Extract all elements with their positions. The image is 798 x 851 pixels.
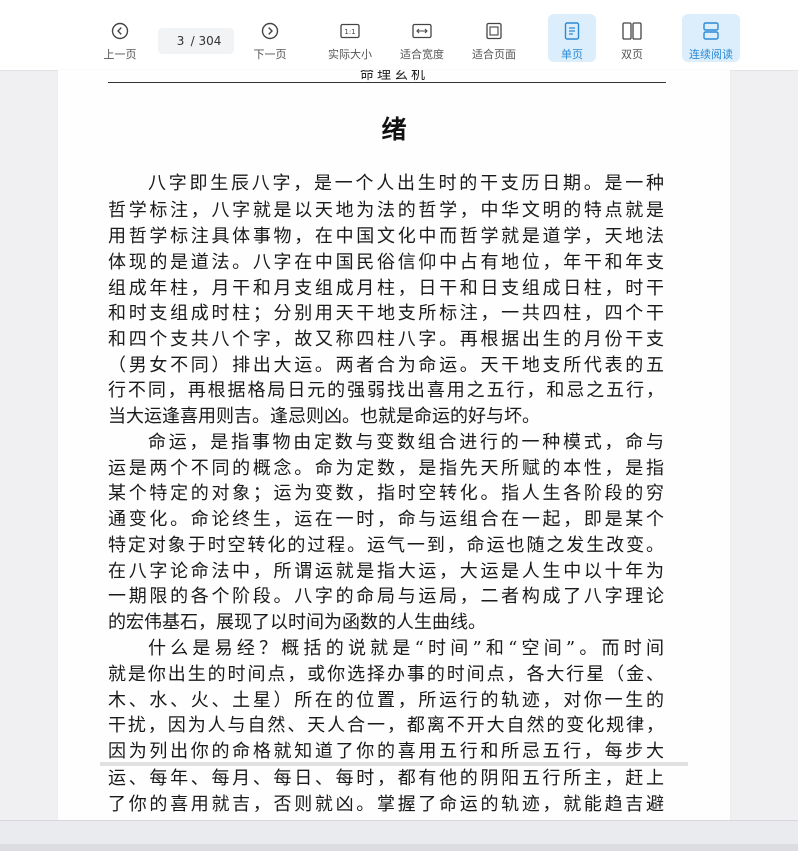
single-page-button[interactable]: 单页 xyxy=(548,14,596,62)
double-page-button[interactable]: 双页 xyxy=(610,14,654,62)
double-page-icon xyxy=(622,20,642,42)
text-line: 组成年柱，月干和月支组成月柱，日干和日支组成日柱，时干 xyxy=(108,278,664,299)
text-line: 某个特定的对象；运为变数，指时空转化。指人生各阶段的穷 xyxy=(108,483,664,504)
text-line: 因为列出你的命格就知道了你的喜用五行和所忌五行，每步大 xyxy=(108,741,664,762)
header-rule xyxy=(108,82,666,83)
text-line: （男女不同）排出大运。两者合为命运。天干地支所代表的五 xyxy=(108,355,664,376)
prev-page-label: 上一页 xyxy=(103,48,137,61)
text-line: 了你的喜用就吉，否则就凶。掌握了命运的轨迹，就能趋吉避 xyxy=(108,794,664,815)
continuous-reading-button[interactable]: 连续阅读 xyxy=(682,14,740,62)
viewer-toolbar: 上一页 / 304 下一页 1:1 实际大小 适合宽度 适合页面 单页 xyxy=(0,0,798,71)
total-pages: / 304 xyxy=(190,34,222,48)
page-indicator: / 304 xyxy=(158,28,234,54)
single-page-label: 单页 xyxy=(561,48,583,61)
text-line: 干扰，因为人与自然、天人合一，都离不开大自然的变化规律， xyxy=(108,715,664,736)
fit-page-button[interactable]: 适合页面 xyxy=(466,14,522,62)
text-line: 八字即生辰八字，是一个人出生时的干支历日期。是一种 xyxy=(148,173,664,194)
document-page: 命理玄机 绪 八字即生辰八字，是一个人出生时的干支历日期。是一种 哲学标注，八字… xyxy=(58,70,730,820)
fit-page-icon xyxy=(485,20,503,42)
fit-width-button[interactable]: 适合宽度 xyxy=(394,14,450,62)
text-line: 特定对象于时空转化的过程。运气一到，命运也随之发生改变。 xyxy=(108,535,664,556)
actual-size-icon: 1:1 xyxy=(340,20,360,42)
svg-text:1:1: 1:1 xyxy=(344,28,355,36)
text-line: 木、水、火、土星）所在的位置，所运行的轨迹，对你一生的 xyxy=(108,690,664,711)
fit-page-label: 适合页面 xyxy=(472,48,516,61)
text-line: 命运，是指事物由定数与变数组合进行的一种模式，命与 xyxy=(148,432,664,453)
text-line: 和时支组成时柱；分别用天干地支所标注，一共四柱，四个干 xyxy=(108,303,664,324)
fit-width-icon xyxy=(412,20,432,42)
continuous-reading-label: 连续阅读 xyxy=(689,48,733,61)
actual-size-label: 实际大小 xyxy=(328,48,372,61)
text-line: 用哲学标注具体事物，在中国文化中而哲学就是道学，天地法 xyxy=(108,226,664,247)
chevron-right-circle-icon xyxy=(261,20,279,42)
text-line: 哲学标注，八字就是以天地为法的哲学，中华文明的特点就是 xyxy=(108,200,664,221)
scan-artifact xyxy=(100,762,688,766)
text-line: 行不同，再根据格局日元的强弱找出喜用之五行，和忌之五行， xyxy=(108,380,664,401)
chevron-left-circle-icon xyxy=(111,20,129,42)
fit-width-label: 适合宽度 xyxy=(400,48,444,61)
text-line: 运、每年、每月、每日、每时，都有他的阴阳五行所主，赶上 xyxy=(108,768,664,789)
single-page-icon xyxy=(564,20,580,42)
bottom-bar xyxy=(0,820,798,851)
text-line: 在八字论命法中，所谓运就是指大运，大运是人生中以十年为 xyxy=(108,561,664,582)
text-line: 当大运逢喜用则吉。逢忌则凶。也就是命运的好与坏。 xyxy=(108,406,540,427)
text-line: 运是两个不同的概念。命为定数，是指先天所赋的本性，是指 xyxy=(108,458,664,479)
text-line: 什么是易经？概括的说就是“时间”和“空间”。而时间 xyxy=(148,638,664,659)
current-page-input[interactable] xyxy=(170,34,191,48)
text-line: 体现的是道法。八字在中国民俗信仰中占有地位，年干和年支 xyxy=(108,252,664,273)
continuous-scroll-icon xyxy=(702,20,720,42)
text-line: 通变化。命论终生，运在一时，命与运组合在一起，即是某个 xyxy=(108,509,664,530)
text-line: 和四个支共八个字，故又称四柱八字。再根据出生的月份干支 xyxy=(108,329,664,350)
next-page-button[interactable]: 下一页 xyxy=(248,14,292,62)
chapter-title: 绪 xyxy=(381,115,407,144)
prev-page-button[interactable]: 上一页 xyxy=(98,14,142,62)
next-page-label: 下一页 xyxy=(253,48,287,61)
text-line: 就是你出生的时间点，或你选择办事的时间点，各大行星（金、 xyxy=(108,664,664,685)
text-line: 一期限的各个阶段。八字的命局与运局，二者构成了八字理论 xyxy=(108,586,664,607)
double-page-label: 双页 xyxy=(621,48,643,61)
actual-size-button[interactable]: 1:1 实际大小 xyxy=(322,14,378,62)
text-line: 的宏伟基石，展现了以时间为函数的人生曲线。 xyxy=(108,612,486,633)
